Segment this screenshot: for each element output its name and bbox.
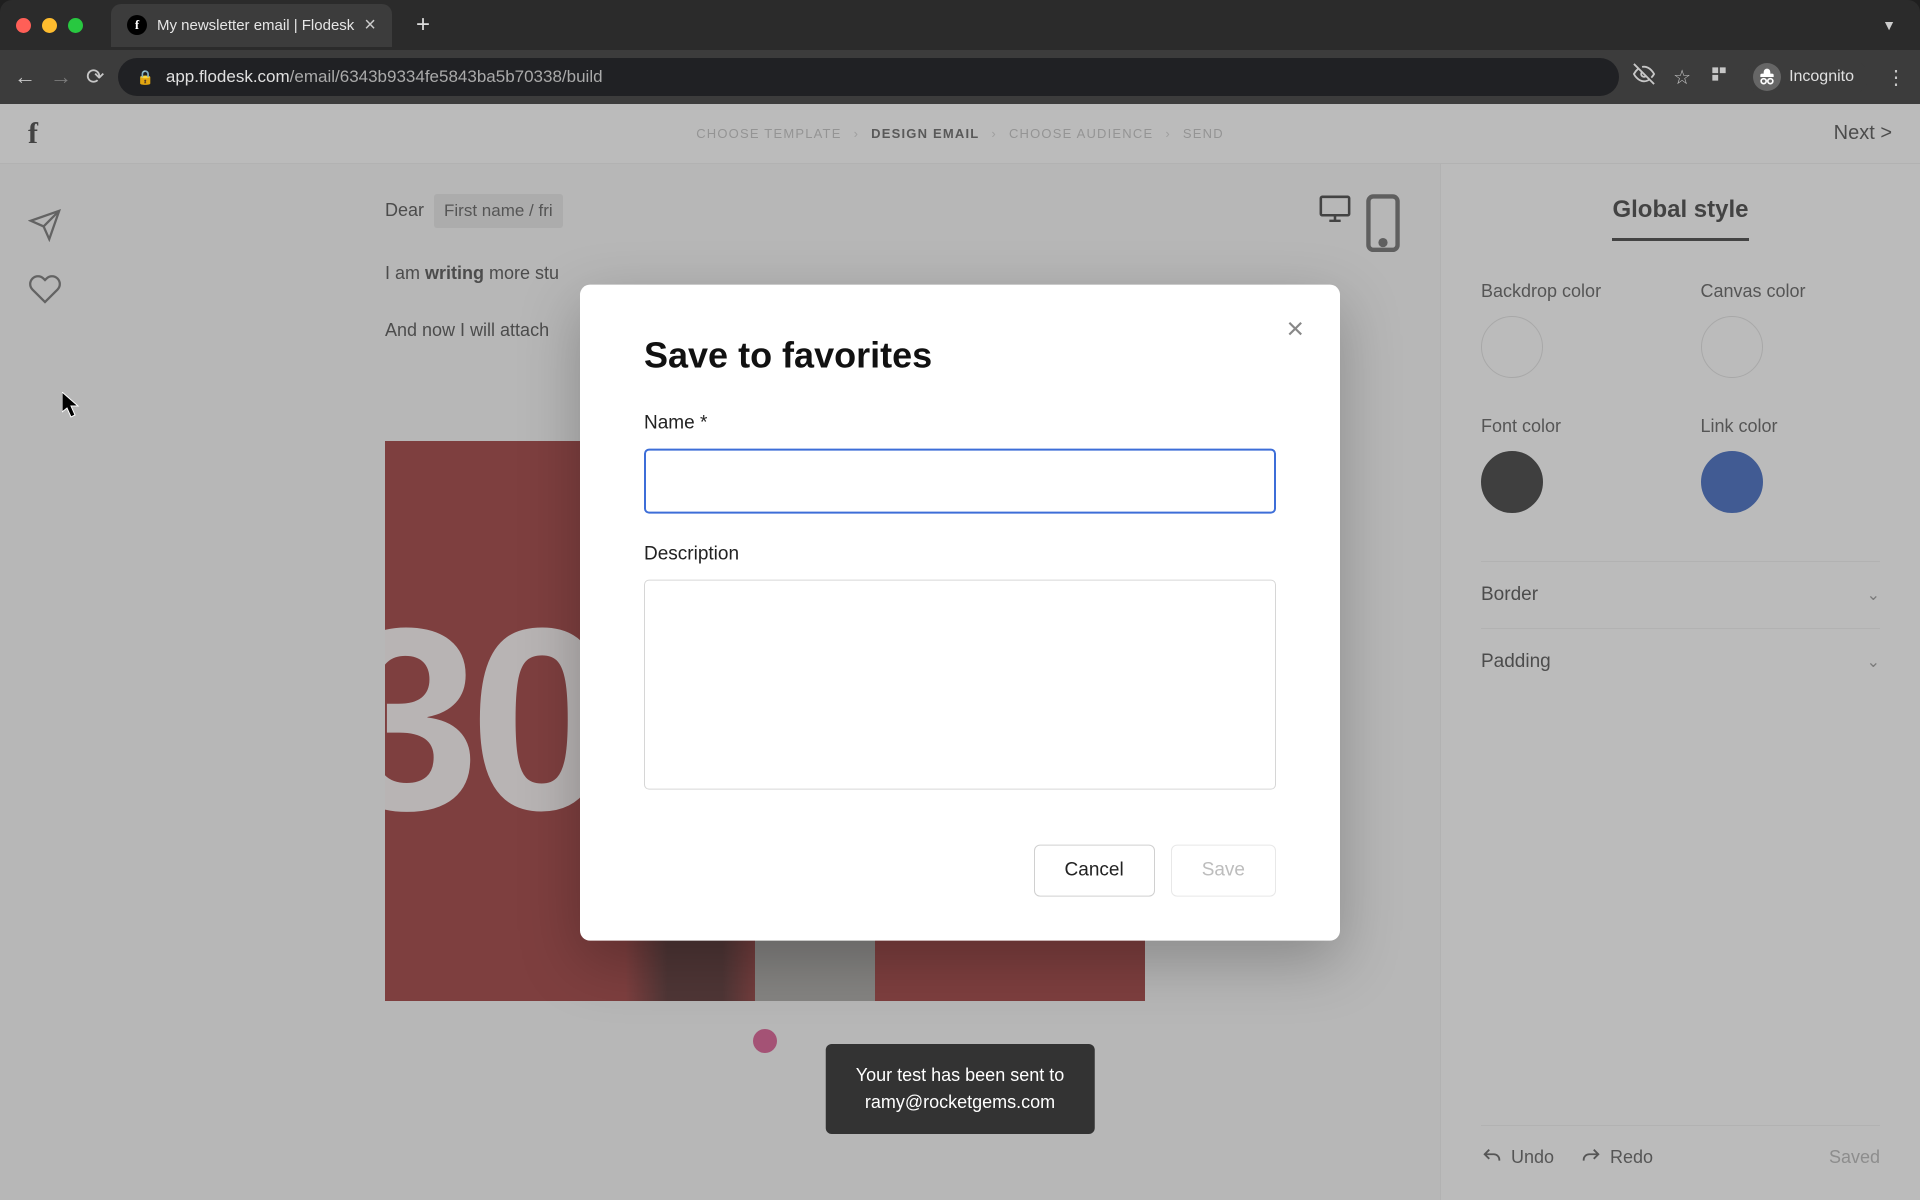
incognito-badge[interactable]: Incognito bbox=[1747, 59, 1868, 95]
tab-title: My newsletter email | Flodesk bbox=[157, 17, 354, 34]
tab-favicon-icon: f bbox=[127, 15, 147, 35]
maximize-window-icon[interactable] bbox=[68, 18, 83, 33]
tabs-dropdown-icon[interactable]: ▼ bbox=[1882, 17, 1896, 33]
browser-tab-strip: f My newsletter email | Flodesk × + ▼ bbox=[0, 0, 1920, 50]
modal-title: Save to favorites bbox=[644, 335, 1276, 377]
close-tab-icon[interactable]: × bbox=[364, 14, 376, 37]
eye-off-icon[interactable] bbox=[1633, 63, 1655, 91]
window-controls bbox=[16, 18, 83, 33]
new-tab-button[interactable]: + bbox=[416, 11, 430, 39]
extensions-icon[interactable] bbox=[1709, 64, 1729, 90]
incognito-icon bbox=[1753, 63, 1781, 91]
reload-button-icon[interactable]: ⟳ bbox=[86, 64, 104, 90]
description-textarea[interactable] bbox=[644, 580, 1276, 790]
cancel-button[interactable]: Cancel bbox=[1034, 845, 1155, 897]
close-modal-icon[interactable]: × bbox=[1286, 315, 1304, 345]
name-field-label: Name * bbox=[644, 413, 1276, 435]
address-bar[interactable]: 🔒 app.flodesk.com/email/6343b9334fe5843b… bbox=[118, 58, 1619, 96]
save-button[interactable]: Save bbox=[1171, 845, 1276, 897]
incognito-label: Incognito bbox=[1789, 68, 1854, 86]
browser-tab[interactable]: f My newsletter email | Flodesk × bbox=[111, 4, 392, 47]
app-root: f CHOOSE TEMPLATE › DESIGN EMAIL › CHOOS… bbox=[0, 104, 1920, 1200]
toast-notification: Your test has been sent to ramy@rocketge… bbox=[826, 1044, 1095, 1134]
description-field-label: Description bbox=[644, 544, 1276, 566]
url-text: app.flodesk.com/email/6343b9334fe5843ba5… bbox=[166, 67, 603, 87]
save-favorites-modal: × Save to favorites Name * Description C… bbox=[580, 285, 1340, 941]
star-icon[interactable]: ☆ bbox=[1673, 65, 1691, 90]
forward-button-icon[interactable]: → bbox=[50, 64, 72, 90]
lock-icon: 🔒 bbox=[136, 69, 153, 86]
back-button-icon[interactable]: ← bbox=[14, 64, 36, 90]
name-input[interactable] bbox=[644, 449, 1276, 514]
minimize-window-icon[interactable] bbox=[42, 18, 57, 33]
close-window-icon[interactable] bbox=[16, 18, 31, 33]
kebab-menu-icon[interactable]: ⋮ bbox=[1886, 65, 1906, 90]
browser-toolbar: ← → ⟳ 🔒 app.flodesk.com/email/6343b9334f… bbox=[0, 50, 1920, 104]
